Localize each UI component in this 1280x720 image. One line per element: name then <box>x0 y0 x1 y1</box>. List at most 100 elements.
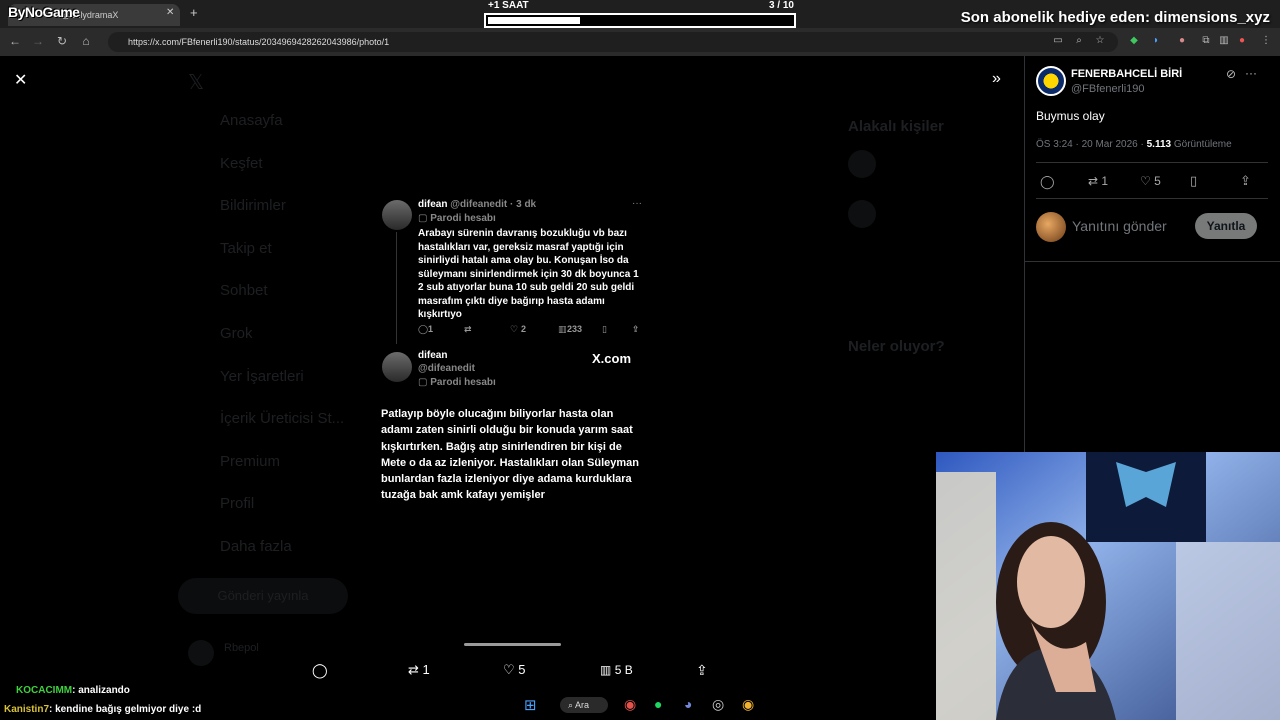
more-dots-icon[interactable]: ··· <box>1245 66 1257 80</box>
sidebar-icon[interactable]: ▥ <box>1218 35 1230 47</box>
tweet-meta: ÖS 3:24 · 20 Mar 2026 · 5.113 Görüntülem… <box>1036 139 1232 150</box>
tweet-text: Buymus olay <box>1036 109 1105 123</box>
profile-avatar <box>188 640 214 666</box>
retweet-count: 1 <box>422 662 430 677</box>
forward-icon[interactable]: → <box>30 34 46 48</box>
news-heading: Neler oluyor? <box>848 338 945 355</box>
background-nav-item: Daha fazla <box>220 538 292 555</box>
discord-icon[interactable]: ◕ <box>684 696 692 712</box>
author-handle[interactable]: @FBfenerli190 <box>1071 83 1145 95</box>
views-label: Görüntüleme <box>1173 139 1232 150</box>
back-icon[interactable]: ← <box>7 34 23 48</box>
author-handle: @difeanedit · 3 dk <box>450 199 537 210</box>
like-icon: ♡ <box>510 324 519 334</box>
reply-icon[interactable]: ◯ <box>312 662 328 679</box>
profile-avatar-icon[interactable]: ● <box>1236 35 1248 47</box>
menu-dots-icon[interactable]: ⋮ <box>1260 35 1272 47</box>
tweet-body: Patlayıp böyle olucağını biliyorlar hast… <box>381 408 639 502</box>
close-photo-icon[interactable]: ✕ <box>14 70 27 90</box>
thread-line <box>396 232 397 344</box>
post-button: Gönderi yayınla <box>178 578 348 614</box>
retweet-button[interactable]: ⇄ 1 <box>1088 174 1108 188</box>
like-icon: ♡ <box>1140 174 1151 188</box>
background-nav-item: Sohbet <box>220 282 268 300</box>
like-button[interactable]: ♡ 5 <box>1140 174 1161 188</box>
zoom-icon[interactable]: ⌕ <box>1073 35 1085 47</box>
chat-user: Kanistin7 <box>4 704 50 715</box>
reply-icon: ◯ <box>418 324 429 334</box>
views-icon: ▥ <box>600 663 612 677</box>
webcam-feed <box>936 452 1280 720</box>
retweet-count: 1 <box>1101 174 1109 188</box>
expand-panel-icon[interactable]: » <box>992 70 1001 88</box>
background-nav-item: Profil <box>220 495 255 513</box>
home-indicator <box>464 643 561 646</box>
spotify-icon[interactable]: ● <box>654 696 662 712</box>
browser-app-icon[interactable]: ◉ <box>742 696 754 713</box>
views-count: 5 B <box>614 663 633 677</box>
related-heading: Alakalı kişiler <box>848 118 944 135</box>
audio-extension-icon[interactable]: ◗ <box>1150 35 1162 47</box>
goal-progress-fill <box>488 17 581 24</box>
taskbar-search[interactable]: ⌕ Ara <box>560 697 608 713</box>
tab-close-icon[interactable]: ✕ <box>166 7 174 18</box>
grok-icon[interactable]: ⊘ <box>1226 67 1236 81</box>
stream-brand-logo: ByNoGame <box>8 4 80 20</box>
views-icon: ▥ <box>558 324 567 334</box>
share-icon[interactable]: ⇪ <box>696 662 708 679</box>
related-avatar <box>848 150 876 178</box>
bookmark-star-icon[interactable]: ☆ <box>1094 35 1106 47</box>
extension-icon[interactable]: ● <box>1176 35 1188 47</box>
author-name[interactable]: FENERBAHCELİ BİRİ <box>1071 68 1182 80</box>
retweet-icon: ⇄ <box>408 662 419 677</box>
background-nav-item: Bildirimler <box>220 197 286 215</box>
shield-extension-icon[interactable]: ◆ <box>1128 35 1140 47</box>
share-icon[interactable]: ⇪ <box>1240 173 1251 189</box>
url-text: https://x.com/FBfenerli190/status/203496… <box>128 37 390 47</box>
my-avatar <box>1036 212 1066 242</box>
reply-button[interactable]: Yanıtla <box>1195 213 1257 239</box>
like-icon: ♡ <box>503 662 515 677</box>
extensions-puzzle-icon[interactable]: ⧉ <box>1200 35 1212 47</box>
divider <box>1024 261 1280 262</box>
tweet-time: ÖS 3:24 · 20 Mar 2026 · <box>1036 139 1144 150</box>
reload-icon[interactable]: ↻ <box>54 34 70 48</box>
timer-label: +1 SAAT <box>488 0 529 11</box>
bookmark-icon[interactable]: ▯ <box>1190 173 1197 189</box>
divider <box>1036 162 1268 163</box>
avatar[interactable] <box>1036 66 1066 96</box>
chat-message: Kanistin7: kendine bağış gelmiyor diye :… <box>4 704 201 715</box>
like-button[interactable]: ♡ 5 <box>503 662 526 678</box>
address-bar[interactable]: https://x.com/FBfenerli190/status/203496… <box>108 32 1118 52</box>
author-name: difean <box>418 350 448 361</box>
like-count: 5 <box>1154 174 1161 188</box>
background-nav-item: Premium <box>220 452 281 470</box>
retweet-button[interactable]: ⇄ 1 <box>408 662 430 678</box>
search-icon: ⌕ <box>568 700 576 710</box>
obs-icon[interactable]: ◎ <box>712 696 724 713</box>
retweet-icon: ⇄ <box>464 324 472 334</box>
profile-name: Rbepol <box>224 642 259 654</box>
views-button[interactable]: ▥ 5 B <box>600 663 633 677</box>
search-label: Ara <box>575 700 590 710</box>
more-dots-icon: ··· <box>632 198 642 209</box>
reply-icon[interactable]: ◯ <box>1040 174 1055 190</box>
parody-icon: ▢ <box>418 377 431 388</box>
background-nav-item: Yer İşaretleri <box>220 367 304 385</box>
like-count: 5 <box>518 662 526 677</box>
new-tab-icon[interactable]: + <box>190 5 198 20</box>
background-nav-item: İçerik Üreticisi St... <box>220 410 345 428</box>
parody-icon: ▢ <box>418 213 431 224</box>
goal-counter: 3 / 10 <box>768 0 794 11</box>
cast-icon[interactable]: ▭ <box>1052 35 1064 47</box>
chat-text: : kendine bağış gelmiyor diye :d <box>49 704 202 715</box>
windows-start-icon[interactable]: ⊞ <box>524 696 537 714</box>
bookmark-icon: ▯ <box>602 324 607 334</box>
reply-input[interactable]: Yanıtını gönder <box>1072 218 1167 234</box>
background-nav-item: Grok <box>220 325 253 342</box>
background-nav-item: Keşfet <box>220 154 263 172</box>
chrome-icon[interactable]: ◉ <box>624 696 636 713</box>
home-icon[interactable]: ⌂ <box>78 34 94 48</box>
last-gift-sub-banner: Son abonelik hediye eden: dimensions_xyz <box>960 9 1270 26</box>
chat-user: KOCACIMM <box>16 685 73 696</box>
